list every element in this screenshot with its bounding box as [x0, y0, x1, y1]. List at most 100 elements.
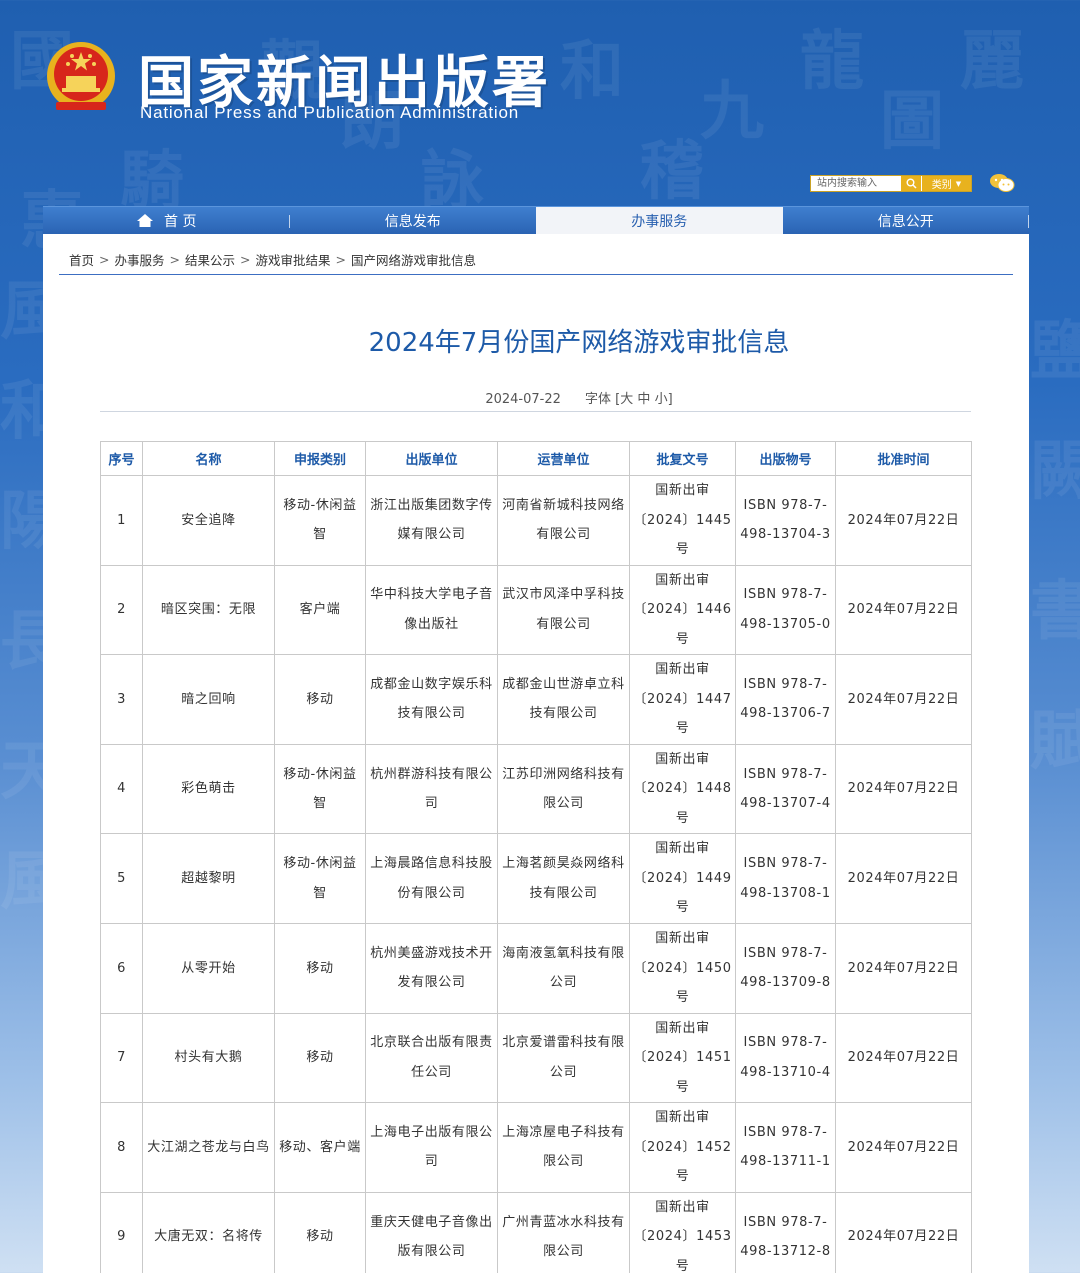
national-emblem-icon[interactable] — [44, 38, 118, 116]
breadcrumb: 首页 > 办事服务 > 结果公示 > 游戏审批结果 > 国产网络游戏审批信息 — [69, 250, 476, 269]
table-cell: 移动-休闲益智 — [274, 475, 366, 566]
table-cell: ISBN 978-7-498-13706-7 — [735, 654, 836, 745]
breadcrumb-home[interactable]: 首页 — [69, 250, 94, 269]
breadcrumb-game-results[interactable]: 游戏审批结果 — [256, 250, 331, 269]
table-cell: 暗之回响 — [142, 654, 275, 745]
breadcrumb-services[interactable]: 办事服务 — [115, 250, 165, 269]
search-input[interactable] — [811, 176, 901, 191]
table-cell: 移动 — [274, 922, 366, 1014]
table-cell: 国新出审〔2024〕1451号 — [629, 1012, 736, 1104]
column-header: 出版单位 — [365, 441, 498, 476]
nav-item-label: 信息公开 — [877, 213, 934, 230]
article-title: 2024年7月份国产网络游戏审批信息 — [368, 328, 790, 358]
column-header: 序号 — [100, 441, 143, 476]
table-cell: 河南省新城科技网络有限公司 — [497, 475, 630, 566]
font-size-small[interactable]: 小 — [655, 392, 668, 407]
table-cell: 国新出审〔2024〕1449号 — [629, 833, 736, 924]
column-header: 批复文号 — [629, 441, 736, 476]
table-cell: ISBN 978-7-498-13710-4 — [735, 1012, 836, 1104]
table-row: 6 从零开始 移动 杭州美盛游戏技术开发有限公司 海南液氢氧科技有限公司 国新出… — [100, 922, 972, 1014]
nav-item-info-release[interactable]: 信息发布 — [290, 207, 537, 234]
table-cell: 移动、客户端 — [274, 1102, 366, 1193]
font-size-close: ] — [667, 392, 673, 407]
table-cell: 移动 — [274, 1191, 366, 1273]
meta-divider — [100, 411, 971, 412]
font-size-large[interactable]: 大 — [620, 392, 633, 407]
table-cell: 2024年07月22日 — [835, 654, 972, 745]
search-icon — [906, 178, 917, 189]
table-row: 9 大唐无双：名将传 移动 重庆天健电子音像出版有限公司 广州青蓝冰水科技有限公… — [100, 1191, 972, 1273]
wechat-icon[interactable] — [989, 173, 1015, 193]
site-header: 国家新闻出版署 National Press and Publication A… — [0, 0, 1080, 205]
font-size-medium[interactable]: 中 — [637, 392, 650, 407]
breadcrumb-separator: > — [335, 252, 346, 267]
search-bar: 类别 ▼ — [810, 175, 972, 192]
table-row: 5 超越黎明 移动-休闲益智 上海晨路信息科技股份有限公司 上海茗颜昊焱网络科技… — [100, 833, 972, 924]
table-cell: 村头有大鹅 — [142, 1012, 275, 1104]
nav-item-label: 信息发布 — [384, 213, 441, 230]
table-cell: 国新出审〔2024〕1452号 — [629, 1102, 736, 1193]
table-cell: 成都金山数字娱乐科技有限公司 — [365, 654, 498, 745]
search-button[interactable] — [901, 176, 921, 191]
table-cell: 2 — [100, 564, 143, 656]
table-cell: 国新出审〔2024〕1447号 — [629, 654, 736, 745]
table-cell: 2024年07月22日 — [835, 743, 972, 835]
table-cell: 杭州美盛游戏技术开发有限公司 — [365, 922, 498, 1014]
table-cell: 7 — [100, 1012, 143, 1104]
table-cell: 2024年07月22日 — [835, 922, 972, 1014]
table-cell: 2024年07月22日 — [835, 475, 972, 566]
table-cell: 9 — [100, 1191, 143, 1273]
breadcrumb-current[interactable]: 国产网络游戏审批信息 — [351, 250, 476, 269]
table-cell: 上海凉屋电子科技有限公司 — [497, 1102, 630, 1193]
table-row: 2 暗区突围：无限 客户端 华中科技大学电子音像出版社 武汉市风泽中孚科技有限公… — [100, 564, 972, 656]
table-cell: 华中科技大学电子音像出版社 — [365, 564, 498, 656]
category-label: 类别 — [931, 180, 952, 191]
table-header-row: 序号 名称 申报类别 出版单位 运营单位 批复文号 出版物号 批准时间 — [100, 441, 972, 476]
nav-item-home[interactable]: 首 页 — [43, 207, 290, 234]
table-cell: 移动 — [274, 654, 366, 745]
table-cell: 2024年07月22日 — [835, 833, 972, 924]
table-cell: 8 — [100, 1102, 143, 1193]
table-cell: 彩色萌击 — [142, 743, 275, 835]
table-cell: 上海晨路信息科技股份有限公司 — [365, 833, 498, 924]
table-cell: ISBN 978-7-498-13712-8 — [735, 1191, 836, 1273]
table-cell: 大江湖之苍龙与白鸟 — [142, 1102, 275, 1193]
table-cell: 2024年07月22日 — [835, 1102, 972, 1193]
table-cell: 上海电子出版有限公司 — [365, 1102, 498, 1193]
column-header: 批准时间 — [835, 441, 972, 476]
table-cell: 上海茗颜昊焱网络科技有限公司 — [497, 833, 630, 924]
column-header: 名称 — [142, 441, 275, 476]
table-row: 3 暗之回响 移动 成都金山数字娱乐科技有限公司 成都金山世游卓立科技有限公司 … — [100, 654, 972, 745]
table-cell: 国新出审〔2024〕1450号 — [629, 922, 736, 1014]
table-cell: 浙江出版集团数字传媒有限公司 — [365, 475, 498, 566]
category-select[interactable]: 类别 ▼ — [921, 176, 971, 191]
site-subtitle: National Press and Publication Administr… — [140, 103, 520, 122]
table-cell: ISBN 978-7-498-13711-1 — [735, 1102, 836, 1193]
column-header: 运营单位 — [497, 441, 630, 476]
content-panel: 首页 > 办事服务 > 结果公示 > 游戏审批结果 > 国产网络游戏审批信息 2… — [43, 234, 1029, 1273]
table-row: 8 大江湖之苍龙与白鸟 移动、客户端 上海电子出版有限公司 上海凉屋电子科技有限… — [100, 1102, 972, 1193]
table-cell: 杭州群游科技有限公司 — [365, 743, 498, 835]
home-icon — [137, 214, 154, 227]
nav-item-services[interactable]: 办事服务 — [536, 207, 783, 234]
table-cell: 暗区突围：无限 — [142, 564, 275, 656]
column-header: 出版物号 — [735, 441, 836, 476]
table-cell: 2024年07月22日 — [835, 1012, 972, 1104]
table-cell: ISBN 978-7-498-13704-3 — [735, 475, 836, 566]
table-cell: 移动-休闲益智 — [274, 743, 366, 835]
main-nav: 首 页 信息发布 办事服务 信息公开 — [43, 206, 1029, 234]
breadcrumb-divider — [59, 274, 1013, 275]
article-meta: 2024-07-22 字体 [大 中 小] — [43, 388, 1080, 407]
publish-date: 2024-07-22 — [485, 392, 561, 407]
table-cell: 5 — [100, 833, 143, 924]
table-cell: 广州青蓝冰水科技有限公司 — [497, 1191, 630, 1273]
nav-item-label: 办事服务 — [631, 213, 688, 230]
table-cell: ISBN 978-7-498-13707-4 — [735, 743, 836, 835]
table-cell: 北京联合出版有限责任公司 — [365, 1012, 498, 1104]
table-cell: 重庆天健电子音像出版有限公司 — [365, 1191, 498, 1273]
nav-item-disclosure[interactable]: 信息公开 — [783, 207, 1030, 234]
table-cell: 6 — [100, 922, 143, 1014]
caret-down-icon: ▼ — [955, 179, 962, 188]
breadcrumb-results[interactable]: 结果公示 — [185, 250, 235, 269]
table-cell: 国新出审〔2024〕1448号 — [629, 743, 736, 835]
